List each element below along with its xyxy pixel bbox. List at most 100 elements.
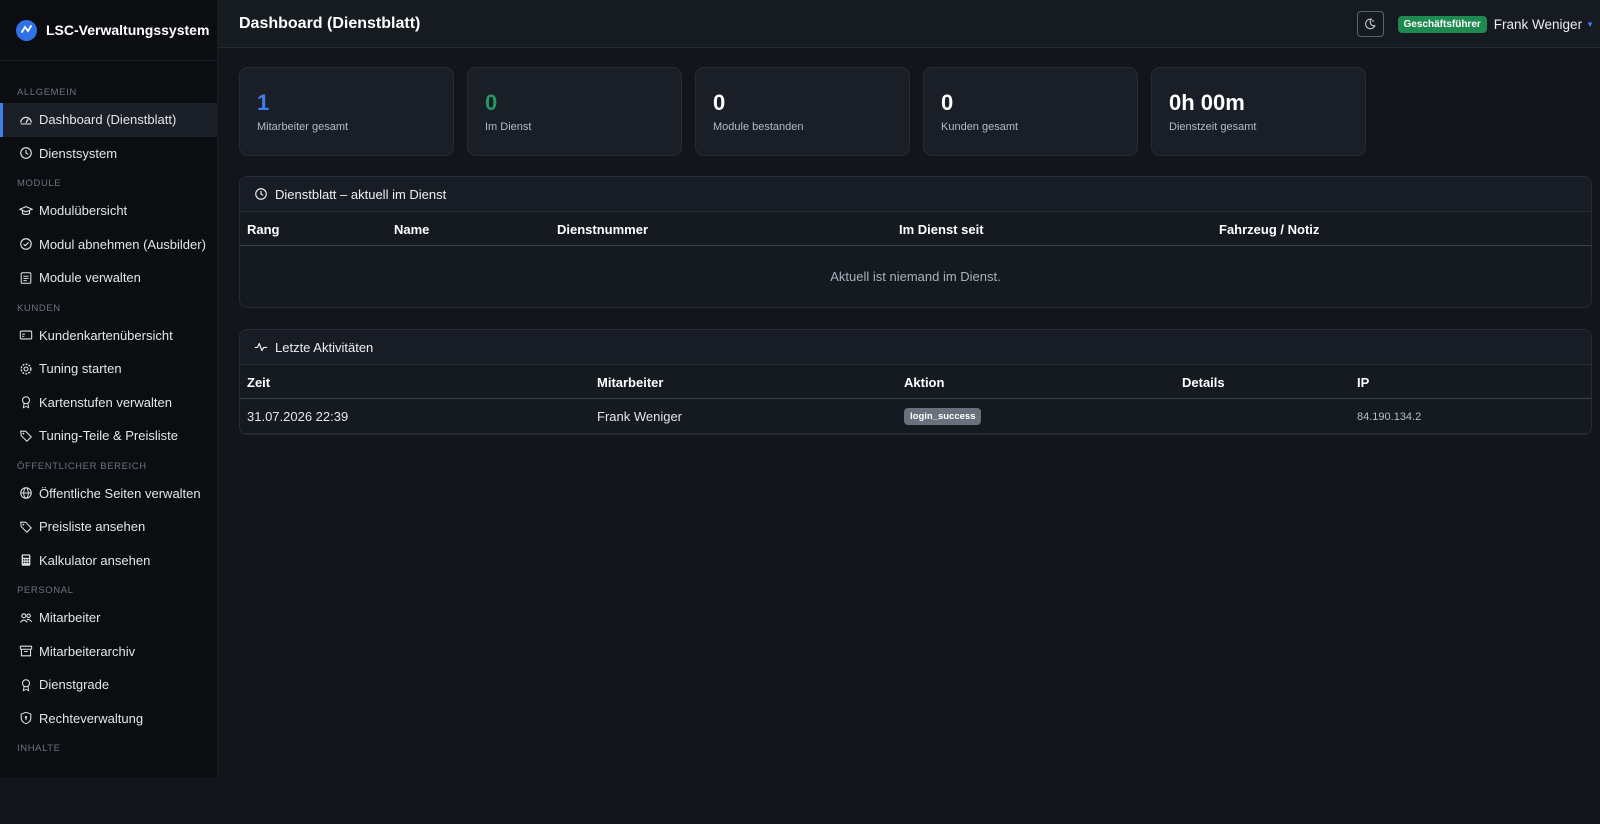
duty-table-header: Rang Name Dienstnummer Im Dienst seit Fa…: [240, 212, 1591, 246]
sidebar-item-label: Dienstsystem: [39, 145, 118, 161]
sidebar-item-label: Mitarbeiter: [39, 610, 101, 626]
sidebar-item-dashboard[interactable]: Dashboard (Dienstblatt): [0, 103, 217, 137]
nav-section-oeffentlich: ÖFFENTLICHER BEREICH: [17, 460, 147, 472]
column-header-details[interactable]: Details: [1182, 375, 1225, 390]
cell-ip: 84.190.134.2: [1357, 411, 1422, 423]
sidebar-item-kartenstufen[interactable]: Kartenstufen verwalten: [0, 386, 217, 420]
stat-card-dienstzeit: 0h 00m Dienstzeit gesamt: [1151, 67, 1366, 156]
sidebar-item-kundenkarten[interactable]: Kundenkartenübersicht: [0, 319, 217, 353]
sidebar-item-moduluebersicht[interactable]: Modulübersicht: [0, 194, 217, 228]
action-badge: login_success: [904, 408, 982, 425]
sidebar-item-label: Kartenstufen verwalten: [39, 394, 172, 410]
column-header-aktion[interactable]: Aktion: [904, 375, 944, 390]
sidebar-item-tuning-starten[interactable]: Tuning starten: [0, 352, 217, 386]
sidebar: LSC-Verwaltungssystem ALLGEMEIN Dashboar…: [0, 0, 218, 777]
duty-panel: Dienstblatt – aktuell im Dienst Rang Nam…: [239, 176, 1592, 308]
activity-pulse-icon: [254, 342, 268, 352]
activity-panel-header: Letzte Aktivitäten: [240, 330, 1591, 365]
sidebar-item-mitarbeiter[interactable]: Mitarbeiter: [0, 601, 217, 635]
sidebar-item-dienstgrade[interactable]: Dienstgrade: [0, 668, 217, 702]
stat-card-module: 0 Module bestanden: [695, 67, 910, 156]
theme-toggle-button[interactable]: [1356, 11, 1384, 37]
check-circle-icon: [20, 238, 32, 251]
sidebar-item-dienstsystem[interactable]: Dienstsystem: [0, 137, 217, 171]
stat-label: Kunden gesamt: [941, 121, 1019, 133]
activity-panel-title: Letzte Aktivitäten: [275, 339, 374, 355]
shield-icon: [20, 712, 32, 725]
column-header-fahrzeug[interactable]: Fahrzeug / Notiz: [1219, 222, 1319, 237]
caret-down-icon[interactable]: ▼: [1586, 20, 1594, 29]
archive-icon: [19, 645, 33, 657]
stat-value: 0h 00m: [1169, 90, 1245, 115]
moon-stars-icon: [1365, 18, 1376, 30]
sidebar-item-kalkulator[interactable]: Kalkulator ansehen: [0, 544, 217, 578]
top-bar: Dashboard (Dienstblatt) Geschäftsführer …: [218, 0, 1600, 48]
stat-value: 0: [485, 90, 498, 115]
sidebar-item-label: Dashboard (Dienstblatt): [39, 112, 177, 128]
column-header-name[interactable]: Name: [394, 222, 429, 237]
brand-title: LSC-Verwaltungssystem: [46, 22, 210, 38]
column-header-mitarbeiter[interactable]: Mitarbeiter: [597, 375, 663, 390]
sidebar-item-label: Dienstgrade: [39, 677, 110, 693]
brand[interactable]: LSC-Verwaltungssystem: [0, 0, 217, 61]
sidebar-item-label: Module verwalten: [39, 270, 141, 286]
column-header-im-dienst-seit[interactable]: Im Dienst seit: [899, 222, 984, 237]
stat-value: 0: [713, 90, 726, 115]
stat-card-kunden: 0 Kunden gesamt: [923, 67, 1138, 156]
list-document-icon: [20, 271, 32, 284]
card-icon: [19, 330, 33, 340]
sidebar-item-label: Öffentliche Seiten verwalten: [39, 485, 201, 501]
nav-section-allgemein: ALLGEMEIN: [17, 87, 77, 98]
calculator-icon: [21, 554, 31, 566]
nav-section-kunden: KUNDEN: [17, 302, 61, 314]
user-menu-name[interactable]: Frank Weniger: [1494, 17, 1582, 32]
sidebar-item-label: Preisliste ansehen: [39, 519, 146, 535]
sidebar-item-label: Modulübersicht: [39, 203, 128, 219]
brand-logo-icon: [16, 19, 37, 41]
sidebar-item-label: Rechteverwaltung: [39, 710, 144, 726]
stat-card-im-dienst: 0 Im Dienst: [467, 67, 682, 156]
column-header-dienstnummer[interactable]: Dienstnummer: [557, 222, 648, 237]
nav-section-personal: PERSONAL: [17, 585, 74, 596]
globe-icon: [20, 487, 32, 500]
stat-label: Dienstzeit gesamt: [1169, 121, 1257, 133]
stat-label: Module bestanden: [713, 121, 804, 133]
column-header-ip[interactable]: IP: [1357, 375, 1369, 390]
sidebar-item-label: Tuning starten: [39, 361, 122, 377]
sidebar-item-rechteverwaltung[interactable]: Rechteverwaltung: [0, 702, 217, 736]
sidebar-item-tuning-teile[interactable]: Tuning-Teile & Preisliste: [0, 419, 217, 453]
people-icon: [19, 613, 33, 623]
sidebar-item-modul-abnehmen[interactable]: Modul abnehmen (Ausbilder): [0, 228, 217, 262]
sidebar-item-label: Kalkulator ansehen: [39, 552, 151, 568]
sidebar-item-label: Mitarbeiterarchiv: [39, 643, 136, 659]
gear-icon: [20, 363, 32, 375]
page-title: Dashboard (Dienstblatt): [239, 14, 421, 32]
dashboard-gauge-icon: [20, 116, 32, 125]
duty-panel-title: Dienstblatt – aktuell im Dienst: [275, 186, 447, 202]
sidebar-item-label: Kundenkartenübersicht: [39, 327, 173, 343]
stat-value: 0: [941, 90, 954, 115]
sidebar-item-label: Modul abnehmen (Ausbilder): [39, 236, 206, 252]
role-badge: Geschäftsführer: [1397, 15, 1487, 33]
tag-icon: [20, 430, 32, 442]
column-header-rang[interactable]: Rang: [247, 222, 280, 237]
nav-section-inhalte: INHALTE: [17, 743, 61, 754]
stat-value: 1: [257, 90, 270, 115]
sidebar-item-module-verwalten[interactable]: Module verwalten: [0, 261, 217, 295]
sidebar-item-mitarbeiterarchiv[interactable]: Mitarbeiterarchiv: [0, 635, 217, 669]
cell-time: 31.07.2026 22:39: [247, 409, 349, 424]
stat-label: Im Dienst: [485, 121, 532, 133]
duty-panel-header: Dienstblatt – aktuell im Dienst: [240, 177, 1591, 212]
award-icon: [21, 678, 31, 692]
stat-label: Mitarbeiter gesamt: [257, 121, 349, 133]
sidebar-item-preisliste[interactable]: Preisliste ansehen: [0, 510, 217, 544]
activity-panel: Letzte Aktivitäten Zeit Mitarbeiter Akti…: [239, 329, 1592, 435]
tags-icon: [20, 521, 32, 533]
sidebar-item-label: Tuning-Teile & Preisliste: [39, 428, 178, 444]
nav-section-module: MODULE: [17, 178, 62, 189]
graduation-cap-icon: [19, 205, 33, 215]
column-header-zeit[interactable]: Zeit: [247, 375, 270, 390]
duty-empty-message: Aktuell ist niemand im Dienst.: [830, 269, 1001, 284]
sidebar-item-oeffentliche-seiten[interactable]: Öffentliche Seiten verwalten: [0, 477, 217, 511]
clock-icon: [255, 188, 267, 200]
